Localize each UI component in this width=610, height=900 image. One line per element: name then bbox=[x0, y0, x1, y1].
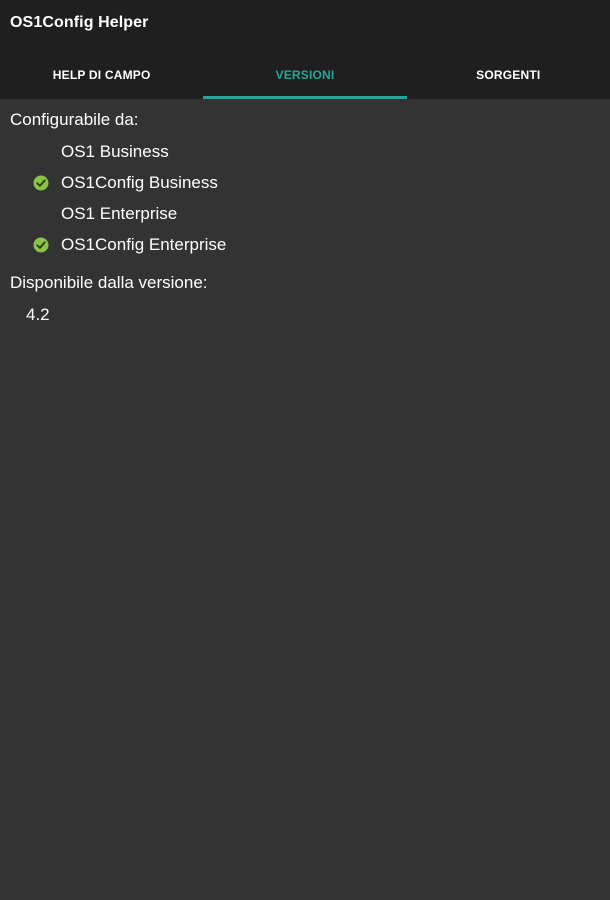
tab-versioni[interactable]: VERSIONI bbox=[203, 50, 407, 99]
config-item-os1config-enterprise: OS1Config Enterprise bbox=[33, 233, 226, 257]
available-from-label: Disponibile dalla versione: bbox=[10, 273, 208, 292]
app-window: OS1Config Helper HELP DI CAMPO VERSIONI … bbox=[0, 0, 610, 900]
available-version-value: 4.2 bbox=[26, 305, 50, 324]
config-item-label: OS1 Enterprise bbox=[61, 204, 178, 223]
empty-check-slot bbox=[33, 206, 49, 222]
configurable-by-label: Configurabile da: bbox=[10, 110, 139, 129]
config-item-os1config-business: OS1Config Business bbox=[33, 171, 218, 195]
tab-bar: HELP DI CAMPO VERSIONI SORGENTI bbox=[0, 50, 610, 99]
title-bar: OS1Config Helper bbox=[0, 0, 610, 50]
tab-sorgenti[interactable]: SORGENTI bbox=[407, 50, 610, 99]
versions-panel: Configurabile da: OS1 Business OS1Config… bbox=[0, 99, 610, 900]
check-circle-icon bbox=[33, 175, 49, 191]
check-circle-icon bbox=[33, 237, 49, 253]
tab-label: VERSIONI bbox=[275, 67, 335, 82]
config-item-label: OS1Config Business bbox=[61, 173, 218, 192]
app-title: OS1Config Helper bbox=[10, 14, 149, 31]
empty-check-slot bbox=[33, 144, 49, 160]
config-item-os1-enterprise: OS1 Enterprise bbox=[33, 202, 177, 226]
tab-label: SORGENTI bbox=[476, 67, 541, 82]
tab-help-di-campo[interactable]: HELP DI CAMPO bbox=[0, 50, 203, 99]
config-item-os1-business: OS1 Business bbox=[33, 140, 169, 164]
tab-label: HELP DI CAMPO bbox=[52, 67, 151, 82]
config-item-label: OS1 Business bbox=[61, 142, 169, 161]
config-item-label: OS1Config Enterprise bbox=[61, 235, 227, 254]
